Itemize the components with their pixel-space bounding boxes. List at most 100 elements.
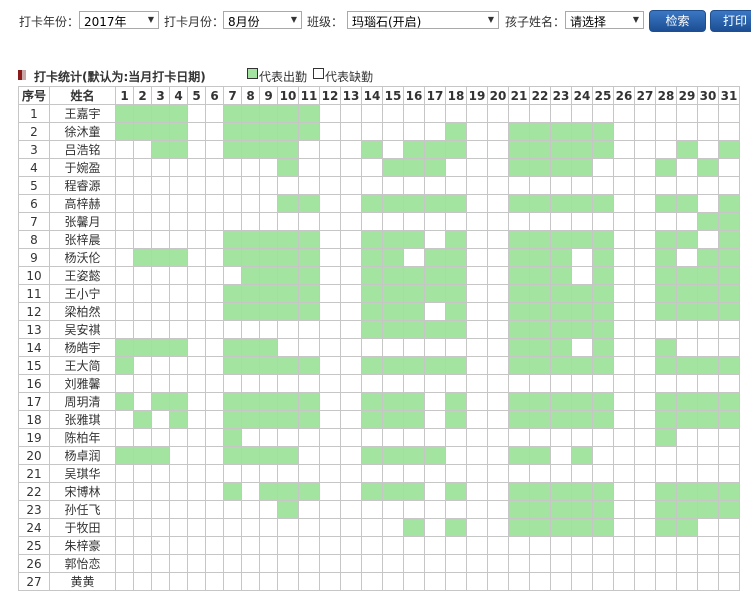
class-label: 班级： (307, 15, 344, 29)
attendance-cell-present (571, 230, 593, 249)
attendance-cell-absent (403, 212, 425, 231)
attendance-cell-absent (187, 338, 206, 357)
attendance-cell-present (655, 266, 677, 285)
attendance-cell-absent (133, 176, 152, 195)
row-seq: 10 (18, 266, 50, 285)
attendance-cell-absent (697, 518, 719, 537)
attendance-cell-present (550, 194, 572, 213)
attendance-cell-present (592, 338, 614, 357)
attendance-cell-absent (613, 554, 635, 573)
attendance-cell-absent (487, 284, 509, 303)
attendance-cell-present (550, 248, 572, 267)
attendance-cell-absent (298, 374, 320, 393)
table-body: 1 王嘉宇 2 徐沐童 3 吕浩铭 4 于婉盈 5 程睿源 6 高梓赫 7 张馨月 8 张梓晨 9 杨沃伦 10 王姿… (18, 104, 740, 591)
attendance-cell-absent (319, 248, 341, 267)
attendance-cell-present (529, 122, 551, 141)
day-header: 16 (403, 86, 425, 105)
attendance-cell-absent (187, 446, 206, 465)
attendance-cell-present (550, 266, 572, 285)
attendance-cell-present (676, 194, 698, 213)
class-select[interactable]: 玛瑙石(开启) ▼ (347, 11, 499, 29)
print-button[interactable]: 打印 (710, 10, 751, 32)
attendance-cell-absent (718, 554, 740, 573)
attendance-cell-absent (718, 518, 740, 537)
attendance-cell-present (529, 302, 551, 321)
attendance-cell-absent (133, 158, 152, 177)
attendance-cell-absent (298, 212, 320, 231)
attendance-cell-absent (424, 302, 446, 321)
attendance-cell-absent (655, 320, 677, 339)
row-seq: 20 (18, 446, 50, 465)
attendance-cell-absent (151, 302, 170, 321)
attendance-cell-absent (697, 536, 719, 555)
search-button[interactable]: 检索 (649, 10, 706, 32)
attendance-cell-absent (466, 410, 488, 429)
attendance-cell-absent (241, 320, 260, 339)
attendance-cell-present (529, 248, 551, 267)
attendance-cell-absent (340, 284, 362, 303)
month-select[interactable]: 8月份 ▼ (223, 11, 302, 29)
attendance-cell-present (424, 266, 446, 285)
attendance-cell-present (676, 284, 698, 303)
attendance-cell-absent (187, 410, 206, 429)
attendance-cell-absent (169, 464, 188, 483)
table-row: 14 杨皓宇 (18, 338, 740, 357)
attendance-cell-absent (361, 536, 383, 555)
attendance-cell-present (445, 482, 467, 501)
attendance-cell-absent (403, 554, 425, 573)
attendance-cell-absent (298, 176, 320, 195)
attendance-cell-present (298, 302, 320, 321)
year-select[interactable]: 2017年 ▼ (79, 11, 159, 29)
attendance-cell-absent (340, 428, 362, 447)
attendance-cell-present (571, 140, 593, 159)
attendance-cell-present (361, 302, 383, 321)
attendance-cell-absent (613, 320, 635, 339)
child-name-select[interactable]: 请选择 ▼ (565, 11, 644, 29)
child-name-select-value: 请选择 (570, 15, 607, 29)
attendance-cell-present (445, 302, 467, 321)
attendance-cell-present (277, 140, 299, 159)
attendance-cell-absent (445, 374, 467, 393)
attendance-cell-absent (340, 122, 362, 141)
attendance-cell-absent (445, 212, 467, 231)
attendance-cell-absent (151, 194, 170, 213)
attendance-cell-present (697, 284, 719, 303)
attendance-cell-absent (205, 122, 224, 141)
attendance-cell-present (655, 230, 677, 249)
attendance-cell-absent (259, 374, 278, 393)
attendance-cell-present (382, 230, 404, 249)
attendance-cell-absent (223, 554, 242, 573)
attendance-cell-absent (634, 122, 656, 141)
attendance-cell-present (445, 320, 467, 339)
attendance-cell-present (223, 140, 242, 159)
attendance-cell-present (133, 410, 152, 429)
attendance-cell-absent (718, 446, 740, 465)
attendance-cell-absent (487, 230, 509, 249)
attendance-cell-absent (487, 212, 509, 231)
attendance-cell-absent (424, 392, 446, 411)
attendance-cell-present (361, 266, 383, 285)
attendance-cell-absent (223, 374, 242, 393)
attendance-cell-present (241, 446, 260, 465)
attendance-cell-absent (340, 482, 362, 501)
attendance-cell-present (403, 518, 425, 537)
attendance-cell-present (445, 248, 467, 267)
attendance-cell-absent (115, 140, 134, 159)
attendance-cell-absent (187, 536, 206, 555)
attendance-cell-present (223, 302, 242, 321)
attendance-cell-present (550, 158, 572, 177)
attendance-cell-present (133, 446, 152, 465)
attendance-cell-present (571, 194, 593, 213)
chevron-down-icon: ▼ (632, 15, 639, 24)
attendance-cell-absent (403, 176, 425, 195)
attendance-table: 序号 姓名 1 2 3 4 5 6 7 8 9 10 11 12 13 14 15 16 17 18 19 20 21 2… (18, 86, 740, 591)
attendance-cell-absent (340, 248, 362, 267)
attendance-cell-absent (319, 122, 341, 141)
attendance-cell-absent (241, 554, 260, 573)
attendance-cell-present (718, 356, 740, 375)
attendance-cell-absent (187, 464, 206, 483)
attendance-cell-absent (241, 464, 260, 483)
attendance-cell-present (445, 194, 467, 213)
attendance-cell-present (223, 104, 242, 123)
attendance-cell-present (403, 266, 425, 285)
